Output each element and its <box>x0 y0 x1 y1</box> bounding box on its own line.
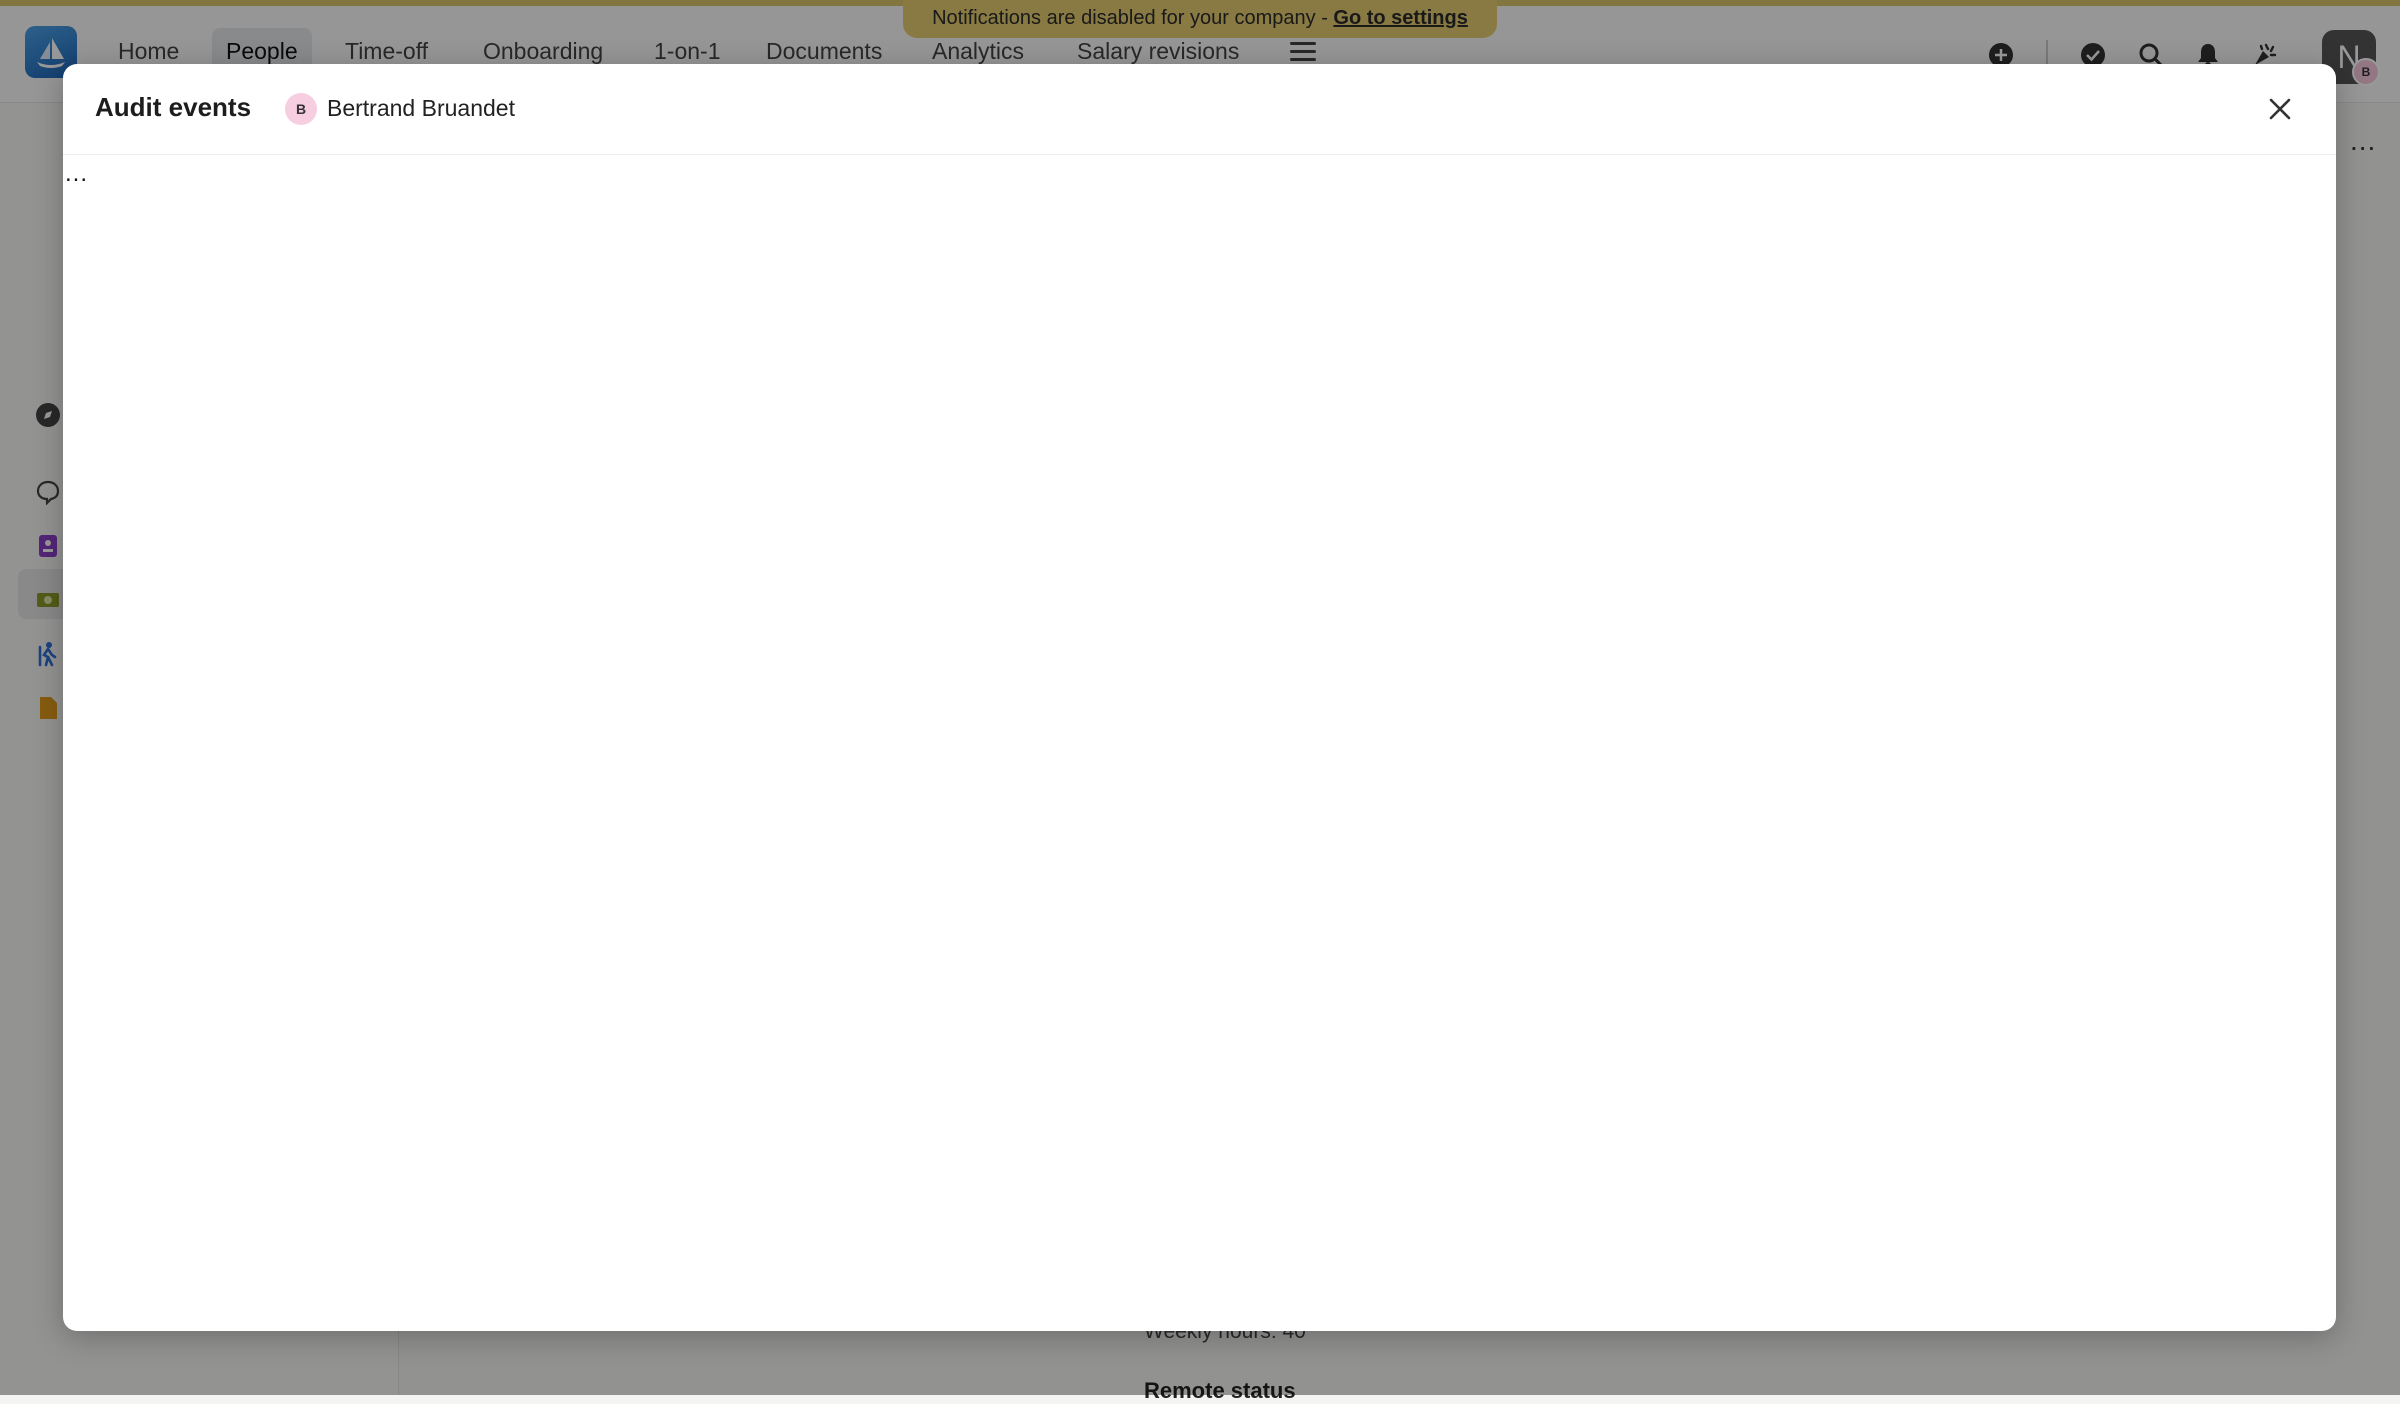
loading-indicator: ... <box>65 160 89 187</box>
modal-title: Audit events <box>95 92 252 122</box>
close-button[interactable] <box>2263 92 2297 126</box>
modal-header: Audit events B Bertrand Bruandet <box>63 64 2336 155</box>
close-icon <box>2269 98 2291 120</box>
person-avatar: B <box>285 93 317 125</box>
person-name: Bertrand Bruandet <box>327 95 515 121</box>
audit-events-modal: Audit events B Bertrand Bruandet ... <box>63 64 2336 1331</box>
